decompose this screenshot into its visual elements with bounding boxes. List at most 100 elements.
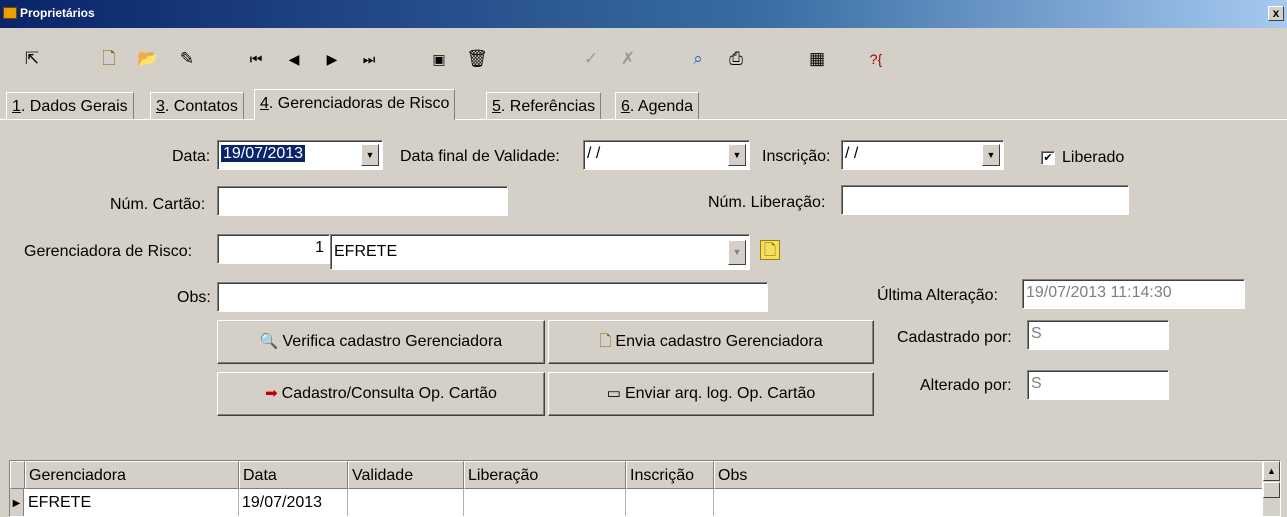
grid-cell[interactable]: EFRETE <box>25 489 239 516</box>
tab-dados-gerais[interactable]: 1. Dados Gerais <box>6 92 134 120</box>
data-final-value: / / <box>587 145 601 162</box>
dropdown-arrow-icon[interactable]: ▼ <box>728 144 746 166</box>
gerenciadora-code-field[interactable]: 1 <box>217 234 330 264</box>
find-icon[interactable]: ▣ <box>427 48 451 70</box>
verifica-label: Verifica cadastro Gerenciadora <box>282 333 503 350</box>
tab-agenda[interactable]: 6. Agenda <box>615 92 700 120</box>
data-label: Data: <box>172 148 211 165</box>
grid-scrollbar[interactable]: ▲ <box>1262 461 1280 516</box>
enviar-arq-button[interactable]: ▭ Enviar arq. log. Op. Cartão <box>548 372 874 416</box>
tab-key: 1 <box>12 98 21 115</box>
liberado-label: Liberado <box>1062 149 1125 166</box>
grid-header[interactable]: Obs <box>714 461 1264 489</box>
gerenciadora-name-field[interactable]: EFRETE ▼ <box>330 234 750 270</box>
tab-gerenciadoras-de-risco[interactable]: 4. Gerenciadoras de Risco <box>254 89 456 120</box>
cadastro-consulta-label: Cadastro/Consulta Op. Cartão <box>281 385 497 402</box>
data-final-field[interactable]: / / ▼ <box>583 140 750 170</box>
row-indicator-icon: ▶ <box>10 489 24 516</box>
verify-icon: 🔍 <box>259 333 279 350</box>
card-arrow-icon: ➡ <box>265 385 278 402</box>
gerenciadoras-grid[interactable]: Gerenciadora Data Validade Liberação Ins… <box>9 460 1281 517</box>
new-doc-icon: 🗋 <box>599 333 612 350</box>
open-icon[interactable]: 📂 <box>136 48 160 70</box>
tab-label: . Referências <box>500 98 596 115</box>
dropdown-arrow-icon[interactable]: ▼ <box>361 144 379 166</box>
card-icon: ▭ <box>606 385 621 402</box>
enviar-arq-label: Enviar arq. log. Op. Cartão <box>624 385 816 402</box>
gerenciadora-name-value: EFRETE <box>334 243 398 260</box>
first-record-icon[interactable]: ⏮ <box>244 48 268 70</box>
inscricao-value: / / <box>845 145 859 162</box>
data-value: 19/07/2013 <box>221 145 306 162</box>
toolbar: ⇱ 🗋 📂 ✎ ⏮ ◀ ▶ ⏭ ▣ 🗑 ✓ ✗ ⌕ ⎙ ▦ ?{ <box>0 28 1287 88</box>
alterado-por-field: S <box>1027 370 1169 400</box>
confirm-icon[interactable]: ✓ <box>579 48 603 70</box>
calculator-icon[interactable]: ▦ <box>805 48 829 70</box>
envia-label: Envia cadastro Gerenciadora <box>615 333 823 350</box>
tab-label: . Agenda <box>629 98 694 115</box>
last-record-icon[interactable]: ⏭ <box>357 48 381 70</box>
grid-cell[interactable] <box>348 489 464 516</box>
grid-header[interactable]: Inscrição <box>626 461 714 489</box>
data-final-label: Data final de Validade: <box>400 148 560 165</box>
num-cartao-field[interactable] <box>217 186 508 216</box>
obs-field[interactable] <box>217 282 768 312</box>
dropdown-arrow-icon[interactable]: ▼ <box>728 240 746 265</box>
search-icon[interactable]: ⌕ <box>686 48 710 70</box>
close-button[interactable]: x <box>1268 6 1284 21</box>
obs-label: Obs: <box>177 289 211 306</box>
gerenciadora-label: Gerenciadora de Risco: <box>24 243 193 260</box>
tab-panel <box>0 119 1287 517</box>
app-icon <box>3 7 17 19</box>
edit-icon[interactable]: ✎ <box>175 48 199 70</box>
liberado-checkbox[interactable]: ✔ <box>1041 151 1055 165</box>
envia-cadastro-button[interactable]: 🗋 Envia cadastro Gerenciadora <box>548 320 874 364</box>
cadastrado-por-field: S <box>1027 320 1169 350</box>
num-liberacao-field[interactable] <box>841 185 1129 215</box>
previous-record-icon[interactable]: ◀ <box>282 48 306 70</box>
scroll-up-icon[interactable]: ▲ <box>1263 461 1280 481</box>
num-cartao-label: Núm. Cartão: <box>110 196 206 213</box>
tab-key: 5 <box>492 98 501 115</box>
cadastrado-por-label: Cadastrado por: <box>897 329 1012 346</box>
num-liberacao-label: Núm. Liberação: <box>708 194 826 211</box>
tab-contatos[interactable]: 3. Contatos <box>150 92 244 120</box>
tab-label: . Gerenciadoras de Risco <box>268 95 450 112</box>
tab-key: 4 <box>260 95 269 112</box>
grid-header[interactable]: Gerenciadora <box>25 461 239 489</box>
ultima-alteracao-field: 19/07/2013 11:14:30 <box>1022 279 1245 309</box>
help-icon[interactable]: ?{ <box>864 48 888 70</box>
dropdown-arrow-icon[interactable]: ▼ <box>982 144 1000 166</box>
grid-cell[interactable]: 19/07/2013 <box>239 489 348 516</box>
alterado-por-label: Alterado por: <box>920 377 1012 394</box>
ultima-alteracao-label: Última Alteração: <box>877 287 998 304</box>
data-field[interactable]: 19/07/2013 ▼ <box>217 140 383 170</box>
scroll-thumb[interactable] <box>1263 482 1280 498</box>
inscricao-field[interactable]: / / ▼ <box>841 140 1004 170</box>
grid-cell[interactable] <box>714 489 1264 516</box>
new-gerenciadora-icon[interactable]: 🗋 <box>760 240 780 260</box>
grid-corner <box>10 461 25 489</box>
verifica-cadastro-button[interactable]: 🔍 Verifica cadastro Gerenciadora <box>217 320 545 364</box>
tab-referencias[interactable]: 5. Referências <box>486 92 602 120</box>
tab-strip: 1. Dados Gerais 3. Contatos 4. Gerenciad… <box>0 89 1287 120</box>
cancel-icon[interactable]: ✗ <box>616 48 640 70</box>
grid-cell[interactable] <box>626 489 714 516</box>
grid-header[interactable]: Validade <box>348 461 464 489</box>
tab-label: . Dados Gerais <box>20 98 128 115</box>
title-bar: Proprietários x <box>0 0 1287 28</box>
next-record-icon[interactable]: ▶ <box>320 48 344 70</box>
tab-key: 6 <box>621 98 630 115</box>
tab-key: 3 <box>156 98 165 115</box>
new-icon[interactable]: 🗋 <box>97 48 121 70</box>
grid-header[interactable]: Data <box>239 461 348 489</box>
print-icon[interactable]: ⎙ <box>724 48 748 70</box>
inscricao-label: Inscrição: <box>762 148 831 165</box>
tab-label: . Contatos <box>164 98 238 115</box>
grid-header[interactable]: Liberação <box>464 461 626 489</box>
window-title: Proprietários <box>20 6 95 20</box>
exit-icon[interactable]: ⇱ <box>20 48 44 70</box>
cadastro-consulta-button[interactable]: ➡ Cadastro/Consulta Op. Cartão <box>217 372 545 416</box>
delete-icon[interactable]: 🗑 <box>465 48 489 70</box>
grid-cell[interactable] <box>464 489 626 516</box>
